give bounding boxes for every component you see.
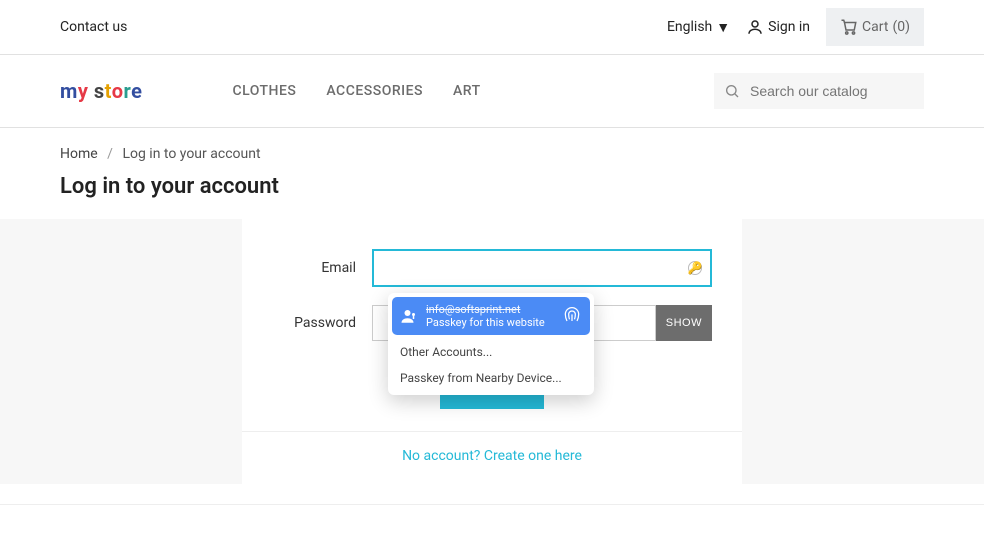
breadcrumb-separator: / [107,146,113,162]
search-input[interactable] [714,73,924,109]
header: my store CLOTHES ACCESSORIES ART [0,55,984,128]
autofill-other-accounts[interactable]: Other Accounts... [392,339,590,365]
divider [242,431,742,432]
autofill-primary[interactable]: info@softsprint.net Passkey for this web… [392,297,590,335]
sign-in-link[interactable]: Sign in [746,18,810,36]
search-wrap [714,73,924,109]
email-field[interactable] [372,249,712,287]
page-title: Log in to your account [60,174,924,199]
email-row: Email 🔑 info@softsprint.net [272,249,712,287]
nav-art[interactable]: ART [453,83,481,99]
nav-accessories[interactable]: ACCESSORIES [326,83,423,99]
topbar: Contact us English ▼ Sign in Cart [0,0,984,55]
person-icon [746,18,764,36]
main-area: Email 🔑 info@softsprint.net [0,219,984,484]
email-label: Email [272,260,372,276]
topbar-right: English ▼ Sign in Cart (0) [667,8,924,46]
chevron-down-icon: ▼ [716,19,730,36]
language-selector[interactable]: English ▼ [667,19,730,36]
autofill-primary-sub: Passkey for this website [426,316,554,329]
cart-icon [840,18,858,36]
fingerprint-icon [562,306,582,326]
cart-count: (0) [892,19,910,35]
login-card: Email 🔑 info@softsprint.net [242,219,742,484]
create-account-link[interactable]: No account? Create one here [272,446,712,470]
cart-label: Cart [862,19,888,35]
autofill-nearby-device[interactable]: Passkey from Nearby Device... [392,365,590,391]
breadcrumb-current: Log in to your account [122,146,260,162]
logo[interactable]: my store [60,79,142,103]
contact-link[interactable]: Contact us [60,19,127,35]
autofill-primary-email: info@softsprint.net [426,303,554,316]
show-password-button[interactable]: SHOW [656,305,712,341]
cart-button[interactable]: Cart (0) [826,8,924,46]
search-icon [724,83,740,99]
sign-in-label: Sign in [768,19,810,35]
newsletter: Get our latest news and special sales SU… [0,504,984,540]
autofill-popup: info@softsprint.net Passkey for this web… [388,293,594,395]
breadcrumb: Home / Log in to your account [0,128,984,170]
nav-clothes[interactable]: CLOTHES [232,83,296,99]
key-icon[interactable]: 🔑 [688,261,702,275]
password-label: Password [272,315,372,331]
language-label: English [667,19,712,35]
passkey-person-icon [400,307,418,325]
main-nav: CLOTHES ACCESSORIES ART [232,83,480,99]
breadcrumb-home[interactable]: Home [60,146,98,162]
